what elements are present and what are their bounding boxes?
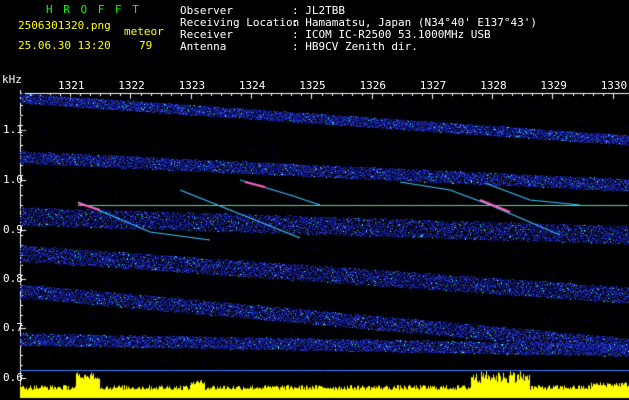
y-tick-label: 1.1 <box>3 123 23 136</box>
timestamp: 25.06.30 13:20 <box>18 39 111 52</box>
y-axis-unit: kHz <box>2 73 22 86</box>
x-tick-label: 1323 <box>178 79 206 92</box>
x-tick-label: 1325 <box>299 79 326 92</box>
x-tick-label: 1326 <box>359 79 387 92</box>
x-tick-label: 1321 <box>58 79 85 92</box>
y-tick-label: 0.9 <box>3 223 23 236</box>
y-tick-label: 0.6 <box>3 371 23 384</box>
antenna-label: Antenna <box>180 40 227 53</box>
x-tick-label: 1329 <box>540 79 567 92</box>
y-tick-label: 1.0 <box>3 173 23 186</box>
x-tick-label: 1330 <box>600 79 628 92</box>
meteor-count: 79 <box>139 39 153 52</box>
mode-label: meteor <box>124 25 164 38</box>
x-tick-label: 1324 <box>238 79 266 92</box>
spectrogram-plot <box>0 0 629 400</box>
x-tick-label: 1322 <box>118 79 145 92</box>
y-tick-label: 0.7 <box>3 321 23 334</box>
x-tick-label: 1327 <box>419 79 447 92</box>
x-tick-label: 1328 <box>480 79 507 92</box>
program-title: H R O F F T <box>46 3 141 16</box>
antenna-value: : HB9CV Zenith dir. <box>292 40 418 53</box>
file-name: 2506301320.png <box>18 19 111 32</box>
y-tick-label: 0.8 <box>3 272 23 285</box>
